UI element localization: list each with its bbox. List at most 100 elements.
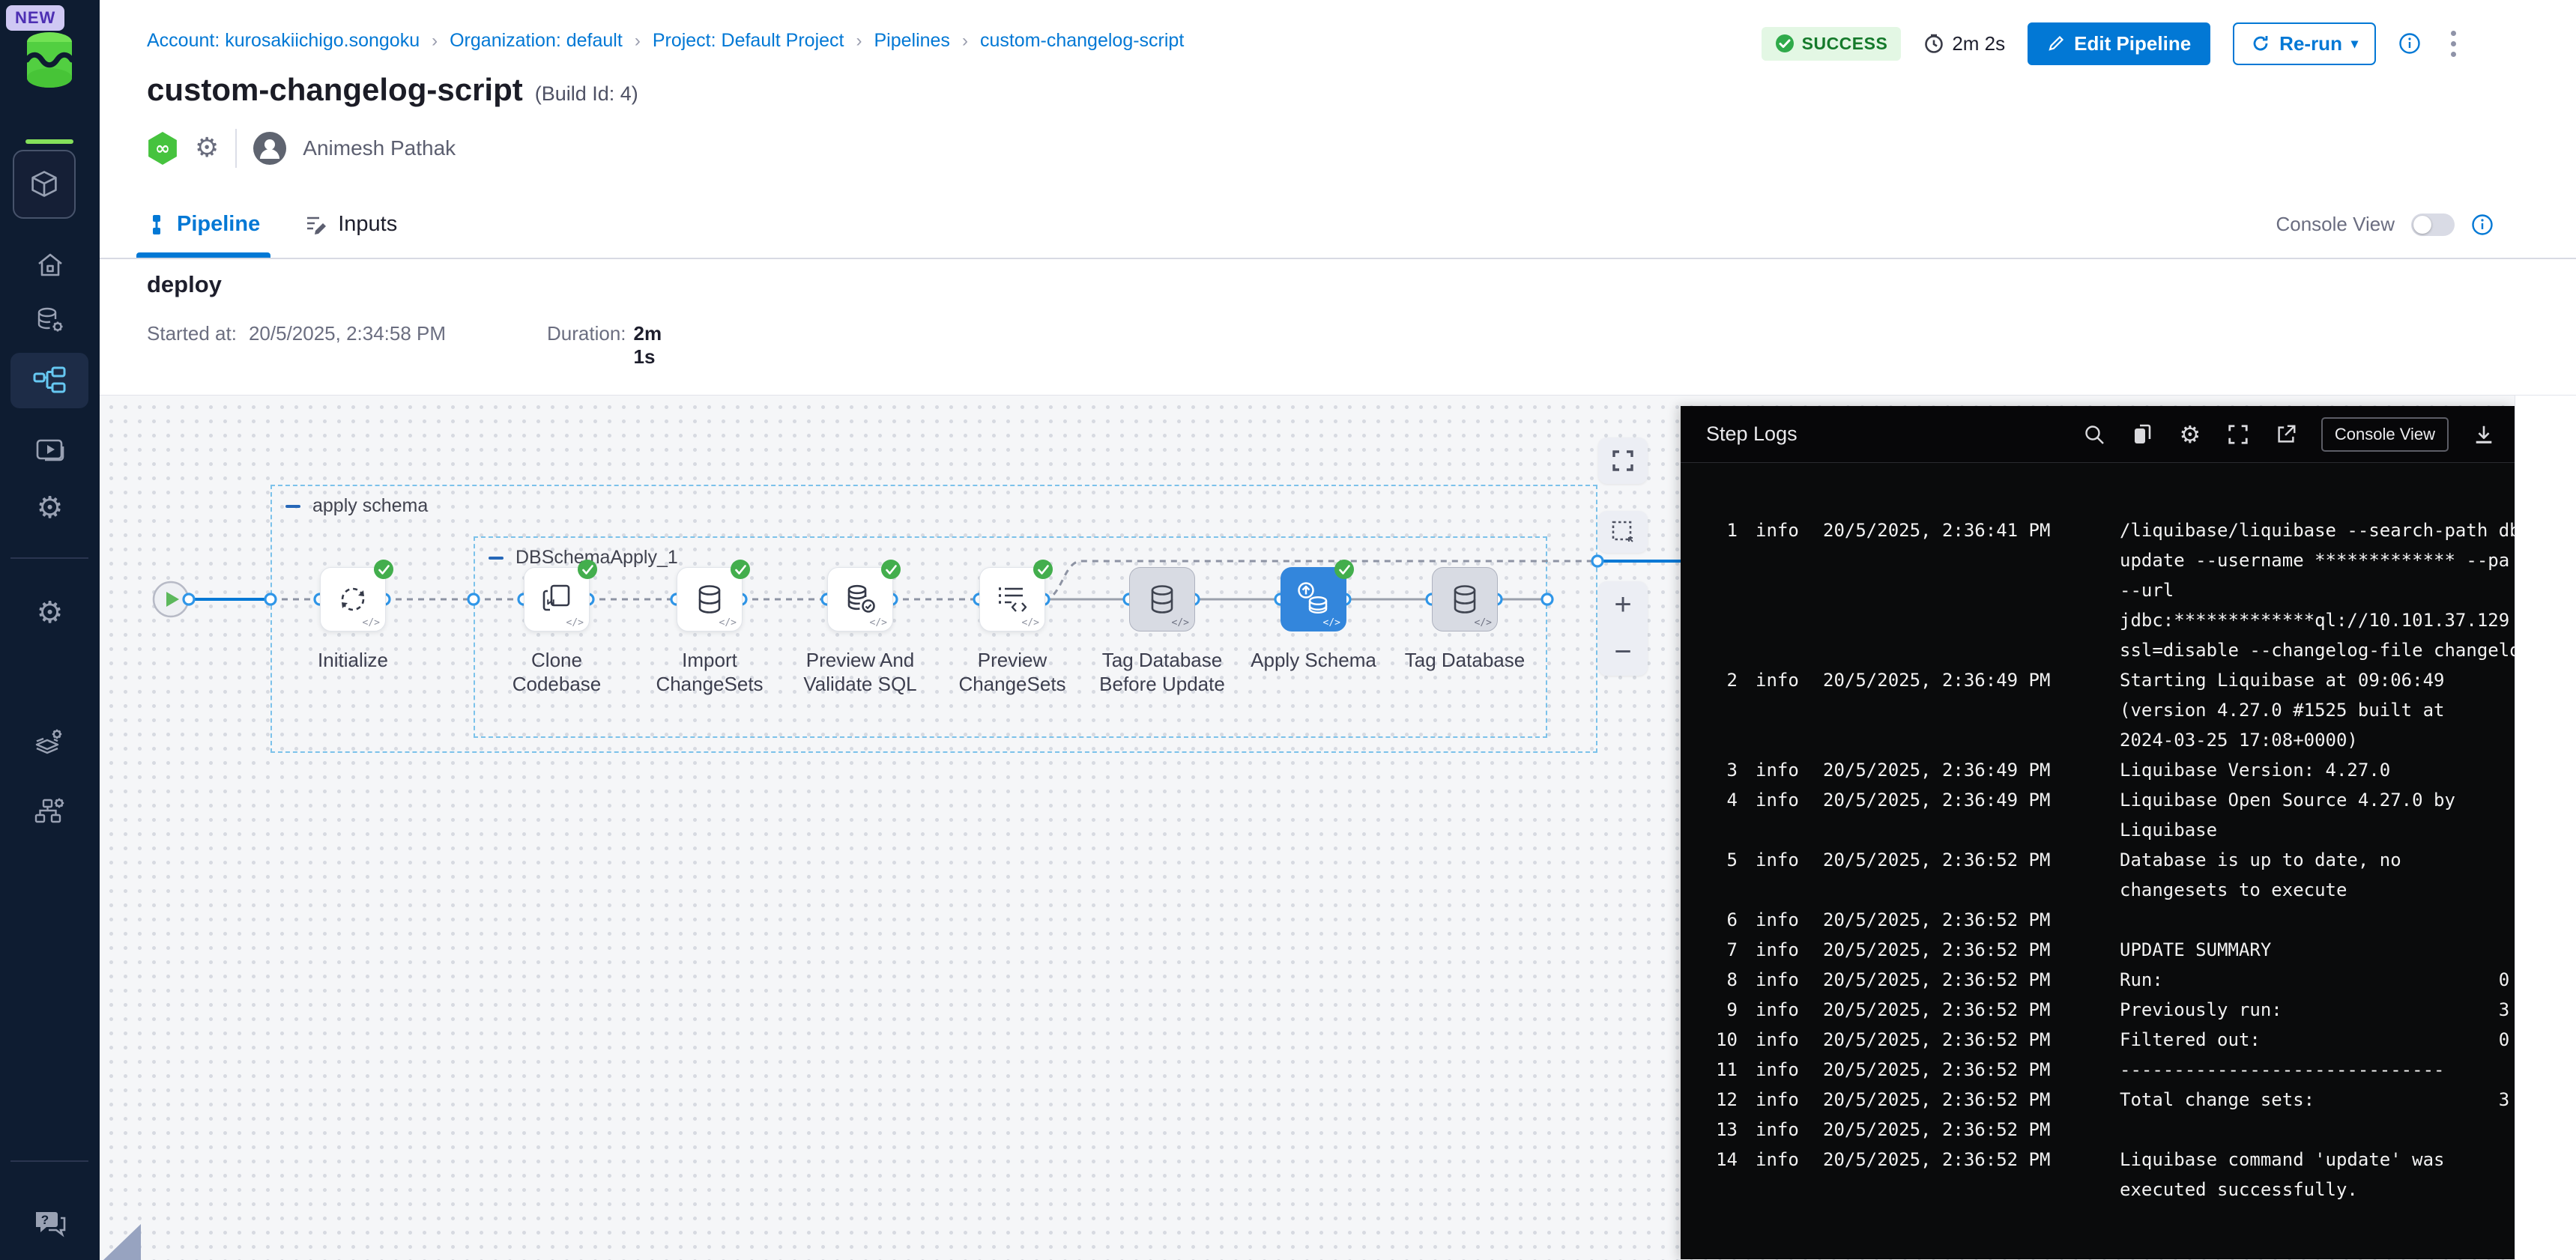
- breadcrumb-item[interactable]: Project: Default Project: [653, 30, 844, 52]
- breadcrumb-item[interactable]: Pipelines: [874, 30, 949, 52]
- graph-node-label: Preview AndValidate SQL: [778, 648, 943, 696]
- log-copy-button[interactable]: [2129, 422, 2155, 447]
- graph-node-clone-codebase[interactable]: </>: [524, 567, 590, 631]
- pipeline-graph-canvas[interactable]: apply schema DBSchemaApply_1: [100, 396, 2576, 1260]
- cube-icon: [28, 168, 61, 201]
- sidebar-item-account-resources[interactable]: [0, 784, 100, 838]
- sidebar-item-executions[interactable]: [0, 424, 100, 478]
- started-value: 20/5/2025, 2:34:58 PM: [249, 322, 446, 345]
- tab-inputs[interactable]: Inputs: [305, 191, 397, 258]
- log-search-button[interactable]: [2081, 422, 2107, 447]
- sidebar-item-default-settings[interactable]: [0, 716, 100, 770]
- gear-icon: ⚙: [2180, 422, 2201, 446]
- pipeline-settings-gear-icon[interactable]: ⚙: [195, 135, 219, 162]
- breadcrumb: Account: kurosakiichigo.songoku › Organiza…: [147, 30, 1184, 52]
- inputs-tab-icon: [305, 214, 327, 235]
- zoom-in-button[interactable]: +: [1598, 581, 1648, 629]
- video-play-icon: [34, 436, 66, 466]
- page-title: custom-changelog-script: [147, 72, 523, 108]
- left-nav: NEW: [0, 0, 100, 1260]
- breadcrumb-item[interactable]: Account: kurosakiichigo.songoku: [147, 30, 420, 52]
- log-row: 7info20/5/2025, 2:36:52 PMUPDATE SUMMARY: [1681, 935, 2515, 965]
- log-row: executed successfully.: [1681, 1175, 2515, 1205]
- log-row: 9info20/5/2025, 2:36:52 PMPreviously run…: [1681, 995, 2515, 1025]
- graph-node-label: ImportChangeSets: [627, 648, 792, 696]
- graph-node-apply-schema[interactable]: </>: [1281, 567, 1346, 631]
- sidebar-item-home[interactable]: [0, 238, 100, 292]
- breadcrumb-separator: ›: [432, 31, 438, 52]
- success-check-icon: [1334, 560, 1354, 579]
- fullscreen-icon: [1611, 449, 1635, 473]
- success-check-icon: [731, 560, 750, 579]
- log-row: (version 4.27.0 #1525 built at: [1681, 695, 2515, 725]
- rerun-icon: [2251, 34, 2270, 53]
- log-download-button[interactable]: [2471, 422, 2497, 447]
- code-badge-icon: </>: [1323, 617, 1340, 629]
- new-badge: NEW: [6, 5, 64, 31]
- graph-node-label: PreviewChangeSets: [930, 648, 1095, 696]
- graph-node-preview-changesets[interactable]: </>: [979, 567, 1045, 631]
- sidebar-item-pipelines[interactable]: [10, 353, 88, 408]
- harness-dbops-logo[interactable]: [25, 31, 73, 97]
- home-icon: [35, 250, 65, 280]
- log-row: 6info20/5/2025, 2:36:52 PM: [1681, 905, 2515, 935]
- log-open-in-new-button[interactable]: [2273, 422, 2299, 447]
- graph-node-initialize[interactable]: </>: [320, 567, 386, 631]
- log-row: 2024-03-25 17:08+0000): [1681, 725, 2515, 755]
- fullscreen-icon: [2227, 423, 2249, 446]
- duration-label: Duration:: [547, 322, 626, 369]
- success-check-icon: [578, 560, 597, 579]
- log-row: 14info20/5/2025, 2:36:52 PMLiquibase com…: [1681, 1145, 2515, 1175]
- step-logs-body[interactable]: 1info20/5/2025, 2:36:41 PM/liquibase/liq…: [1681, 463, 2515, 1259]
- help-button[interactable]: ?: [0, 1197, 100, 1251]
- graph-node-label: Apply Schema: [1231, 648, 1396, 672]
- log-row: 12info20/5/2025, 2:36:52 PMTotal change …: [1681, 1085, 2515, 1115]
- marquee-select-icon: [1611, 520, 1635, 544]
- pencil-icon: [2047, 34, 2065, 52]
- author-row: ∞ ⚙ Animesh Pathak: [147, 129, 456, 168]
- graph-node-import-changesets[interactable]: </>: [677, 567, 743, 631]
- tab-pipeline[interactable]: Pipeline: [147, 191, 260, 258]
- zoom-out-button[interactable]: −: [1598, 629, 1648, 676]
- console-view-toggle[interactable]: [2411, 213, 2455, 236]
- help-chat-icon: ?: [33, 1208, 67, 1241]
- breadcrumb-item[interactable]: custom-changelog-script: [980, 30, 1184, 52]
- sidebar-divider: [10, 557, 88, 559]
- sidebar-divider: [10, 1160, 88, 1162]
- stage-meta: Started at: 20/5/2025, 2:34:58 PM Durati…: [147, 322, 446, 345]
- console-view-label: Console View: [2276, 213, 2395, 236]
- log-console-view-button[interactable]: Console View: [2321, 417, 2449, 452]
- right-gutter: [2515, 396, 2576, 1260]
- log-settings-button[interactable]: ⚙: [2177, 422, 2203, 447]
- code-badge-icon: </>: [870, 617, 887, 629]
- info-icon[interactable]: [2398, 32, 2421, 55]
- graph-node-preview-and-validate-sql[interactable]: </>: [827, 567, 893, 631]
- build-id: (Build Id: 4): [535, 82, 638, 106]
- graph-node-tag-database[interactable]: </>: [1432, 567, 1498, 631]
- sidebar-item-settings[interactable]: ⚙: [0, 481, 100, 535]
- log-row: 10info20/5/2025, 2:36:52 PMFiltered out:…: [1681, 1025, 2515, 1055]
- success-check-icon: [1775, 34, 1795, 53]
- module-selector-button[interactable]: [13, 150, 76, 219]
- rerun-button[interactable]: Re-run ▾: [2233, 22, 2376, 65]
- more-options-button[interactable]: [2443, 28, 2464, 60]
- log-row: update --username ************* --pa: [1681, 545, 2515, 575]
- log-row: 3info20/5/2025, 2:36:49 PMLiquibase Vers…: [1681, 755, 2515, 785]
- log-fullscreen-button[interactable]: [2225, 422, 2251, 447]
- hierarchy-gear-icon: [34, 794, 67, 827]
- canvas-fullscreen-button[interactable]: [1598, 437, 1648, 484]
- breadcrumb-item[interactable]: Organization: default: [450, 30, 623, 52]
- success-check-icon: [881, 560, 901, 579]
- canvas-select-button[interactable]: [1598, 511, 1648, 553]
- clock-icon: [1923, 33, 1944, 54]
- success-check-icon: [1033, 560, 1053, 579]
- sidebar-item-project-settings[interactable]: ⚙: [0, 586, 100, 640]
- log-row: --url: [1681, 575, 2515, 605]
- main-content: Account: kurosakiichigo.songoku › Organiza…: [100, 0, 2576, 1260]
- sidebar-item-databases[interactable]: [0, 295, 100, 349]
- layers-gear-icon: [34, 727, 67, 760]
- info-icon[interactable]: [2471, 213, 2494, 236]
- graph-node-tag-database-before-update[interactable]: </>: [1129, 567, 1195, 631]
- log-row: 13info20/5/2025, 2:36:52 PM: [1681, 1115, 2515, 1145]
- edit-pipeline-button[interactable]: Edit Pipeline: [2028, 22, 2210, 65]
